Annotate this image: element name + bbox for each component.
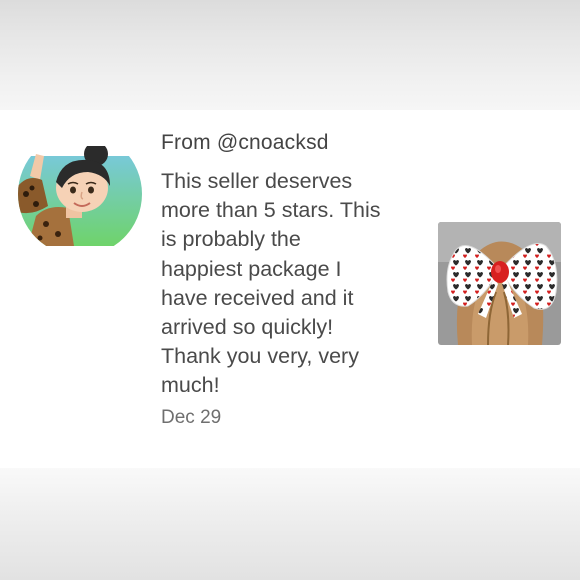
- review-date: Dec 29: [161, 407, 222, 428]
- user-avatar[interactable]: [18, 146, 142, 246]
- review-photo[interactable]: [438, 222, 561, 345]
- review-author[interactable]: From @cnoacksd: [161, 131, 329, 155]
- avatar-bitmoji-icon: [18, 146, 142, 246]
- hair-bow-photo: [438, 222, 561, 345]
- top-shadow-band: [0, 0, 580, 110]
- review-message: This seller deserves more than 5 stars. …: [161, 169, 381, 398]
- bottom-shadow-band: [0, 468, 580, 580]
